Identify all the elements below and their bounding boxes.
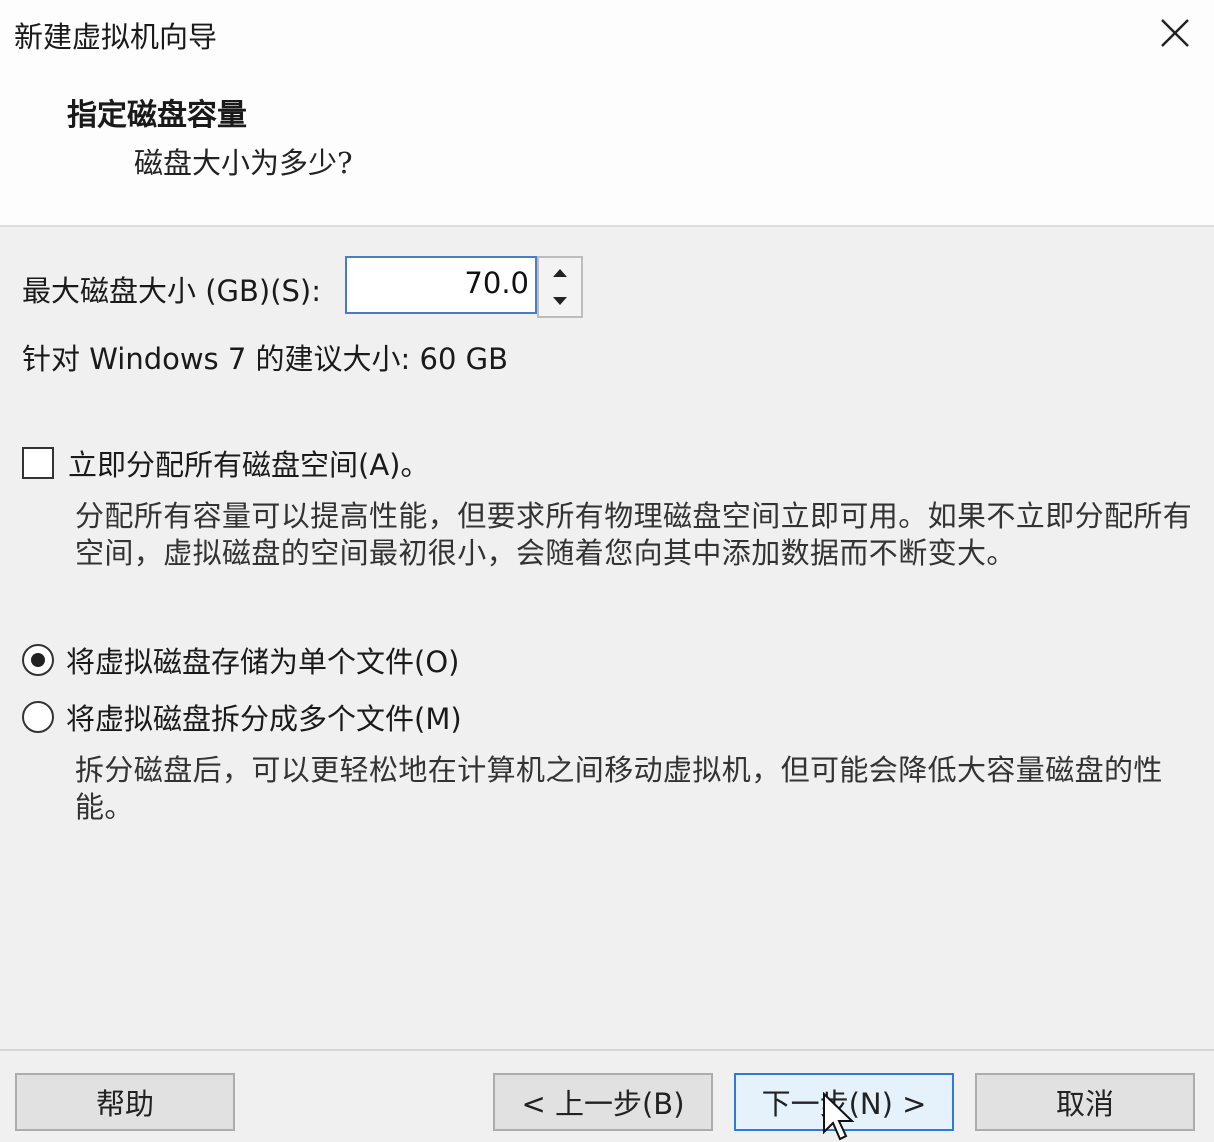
recommended-size-text: 针对 Windows 7 的建议大小: 60 GB	[22, 342, 509, 376]
single-file-label: 将虚拟磁盘存储为单个文件(O)	[66, 645, 460, 679]
disk-size-spinner	[537, 256, 583, 318]
wizard-header: 新建虚拟机向导 指定磁盘容量 磁盘大小为多少?	[0, 0, 1214, 227]
new-vm-wizard-window: 新建虚拟机向导 指定磁盘容量 磁盘大小为多少? 最大磁盘大小 (GB)(S):	[0, 0, 1214, 1142]
disk-size-label: 最大磁盘大小 (GB)(S):	[22, 274, 322, 308]
close-button[interactable]	[1150, 10, 1200, 56]
window-title: 新建虚拟机向导	[14, 20, 218, 54]
radio-multiple-files[interactable]: 将虚拟磁盘拆分成多个文件(M)	[22, 697, 462, 737]
mouse-pointer-icon	[823, 1092, 855, 1141]
close-icon	[1161, 19, 1189, 47]
page-heading: 指定磁盘容量	[67, 98, 247, 133]
footer-divider	[0, 1049, 1214, 1051]
radio-dot	[31, 653, 45, 667]
chevron-up-icon	[553, 269, 567, 277]
help-button[interactable]: 帮助	[15, 1073, 235, 1131]
checkbox-box[interactable]	[22, 447, 54, 479]
spin-down-button[interactable]	[541, 288, 579, 314]
page-subheading: 磁盘大小为多少?	[134, 146, 353, 180]
spin-up-button[interactable]	[541, 260, 579, 286]
disk-size-input[interactable]	[345, 256, 537, 314]
allocate-all-checkbox[interactable]: 立即分配所有磁盘空间(A)。	[22, 443, 429, 483]
multiple-files-label: 将虚拟磁盘拆分成多个文件(M)	[66, 702, 462, 736]
back-button[interactable]: < 上一步(B)	[493, 1073, 713, 1131]
cancel-button[interactable]: 取消	[975, 1073, 1195, 1131]
radio-single-file[interactable]: 将虚拟磁盘存储为单个文件(O)	[22, 640, 459, 680]
allocate-description: 分配所有容量可以提高性能，但要求所有物理磁盘空间立即可用。如果不立即分配所有空间…	[75, 499, 1193, 570]
allocate-all-label: 立即分配所有磁盘空间(A)。	[68, 448, 430, 482]
radio-circle-selected[interactable]	[22, 644, 54, 676]
radio-circle[interactable]	[22, 701, 54, 733]
split-description: 拆分磁盘后，可以更轻松地在计算机之间移动虚拟机，但可能会降低大容量磁盘的性能。	[75, 753, 1163, 824]
chevron-down-icon	[553, 297, 567, 305]
disk-size-control	[345, 256, 583, 318]
